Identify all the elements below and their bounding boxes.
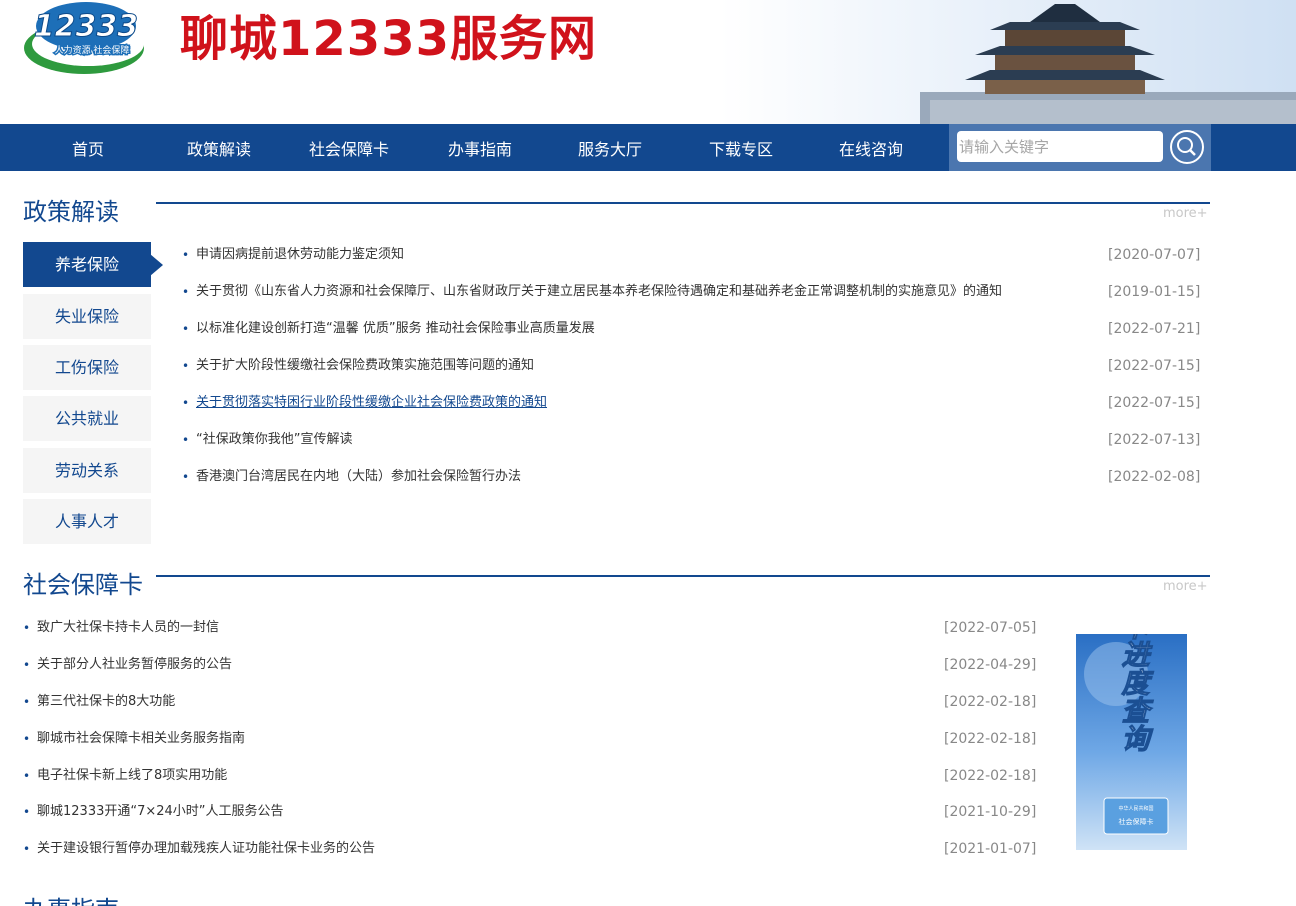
card-item-date: [2022-07-05] <box>944 620 1037 636</box>
policy-title-divider <box>156 202 1210 204</box>
policy-item-title[interactable]: 关于扩大阶段性缓缴社会保险费政策实施范围等问题的通知 <box>196 356 534 376</box>
bullet-icon: • <box>182 396 190 410</box>
logo-number: 12333 <box>34 9 138 44</box>
card-progress-query-banner[interactable]: 中华人民共和国 社会保障卡 制卡进度查询 <box>1076 634 1187 850</box>
search-input[interactable] <box>957 131 1163 162</box>
policy-item-date: [2020-07-07] <box>1108 247 1201 263</box>
bullet-icon: • <box>182 433 190 447</box>
nav-policy[interactable]: 政策解读 <box>159 124 279 171</box>
tab-personnel-talent[interactable]: 人事人才 <box>23 499 151 544</box>
card-item-title[interactable]: 关于建设银行暂停办理加载残疾人证功能社保卡业务的公告 <box>37 839 375 859</box>
card-item-title[interactable]: 第三代社保卡的8大功能 <box>37 692 175 712</box>
site-title: 聊城12333服务网 <box>180 11 597 67</box>
card-item-title[interactable]: 聊城12333开通“7×24小时”人工服务公告 <box>37 802 284 822</box>
bullet-icon: • <box>182 322 190 336</box>
nav-social-card[interactable]: 社会保障卡 <box>289 124 409 171</box>
card-item-title[interactable]: 关于部分人社业务暂停服务的公告 <box>37 655 232 675</box>
tab-labor-relations[interactable]: 劳动关系 <box>23 448 151 493</box>
card-more-link[interactable]: more+ <box>1163 579 1208 594</box>
card-item-date: [2022-02-18] <box>944 731 1037 747</box>
city-tower-banner <box>720 0 1296 124</box>
policy-more-link[interactable]: more+ <box>1163 206 1208 221</box>
card-item-title[interactable]: 聊城市社会保障卡相关业务服务指南 <box>37 729 245 749</box>
policy-item-date: [2022-07-13] <box>1108 432 1201 448</box>
tab-public-employment[interactable]: 公共就业 <box>23 396 151 441</box>
policy-item-title-hovered[interactable]: 关于贯彻落实特困行业阶段性缓缴企业社会保险费政策的通知 <box>196 393 547 413</box>
policy-item-title[interactable]: 关于贯彻《山东省人力资源和社会保障厅、山东省财政厅关于建立居民基本养老保险待遇确… <box>196 282 1002 302</box>
bullet-icon: • <box>182 248 190 262</box>
tab-pension-insurance[interactable]: 养老保险 <box>23 242 151 287</box>
search-icon <box>1177 137 1196 156</box>
guide-section-title: 办事指南 <box>23 896 119 906</box>
nav-online-consult[interactable]: 在线咨询 <box>811 124 931 171</box>
active-tab-arrow-icon <box>150 254 163 276</box>
site-header: 12333 人力资源 社会保障 聊城12333服务网 <box>0 0 1296 124</box>
bullet-icon: • <box>23 658 31 672</box>
nav-home[interactable]: 首页 <box>28 124 148 171</box>
card-item-date: [2022-02-18] <box>944 694 1037 710</box>
bullet-icon: • <box>23 732 31 746</box>
policy-item-date: [2022-07-21] <box>1108 321 1201 337</box>
bullet-icon: • <box>23 805 31 819</box>
bullet-icon: • <box>23 842 31 856</box>
tab-injury-insurance[interactable]: 工伤保险 <box>23 345 151 390</box>
card-item-date: [2022-04-29] <box>944 657 1037 673</box>
policy-item-date: [2022-07-15] <box>1108 395 1201 411</box>
card-item-title[interactable]: 电子社保卡新上线了8项实用功能 <box>37 766 227 786</box>
policy-item-title[interactable]: 以标准化建设创新打造“温馨 优质”服务 推动社会保险事业高质量发展 <box>196 319 595 339</box>
bullet-icon: • <box>182 470 190 484</box>
logo-slogan: 人力资源 社会保障 <box>55 44 130 56</box>
policy-item-title[interactable]: 申请因病提前退休劳动能力鉴定须知 <box>196 245 404 265</box>
banner-title: 制卡进度查询 <box>1117 634 1151 752</box>
card-item-date: [2021-10-29] <box>944 804 1037 820</box>
policy-item-title[interactable]: 香港澳门台湾居民在内地（大陆）参加社会保险暂行办法 <box>196 467 521 487</box>
card-item-date: [2022-02-18] <box>944 768 1037 784</box>
policy-item-date: [2022-07-15] <box>1108 358 1201 374</box>
bullet-icon: • <box>23 695 31 709</box>
nav-downloads[interactable]: 下载专区 <box>681 124 801 171</box>
bullet-icon: • <box>182 285 190 299</box>
nav-guide[interactable]: 办事指南 <box>420 124 540 171</box>
search-button[interactable] <box>1170 130 1204 164</box>
bullet-icon: • <box>23 621 31 635</box>
banner-card-country: 中华人民共和国 <box>1118 805 1153 812</box>
card-section-title: 社会保障卡 <box>23 571 143 599</box>
policy-item-date: [2022-02-08] <box>1108 469 1201 485</box>
12333-logo-icon[interactable]: 12333 人力资源 社会保障 <box>22 0 150 76</box>
card-item-title[interactable]: 致广大社保卡持卡人员的一封信 <box>37 618 219 638</box>
card-title-divider <box>156 575 1210 577</box>
nav-service-hall[interactable]: 服务大厅 <box>550 124 670 171</box>
bullet-icon: • <box>23 769 31 783</box>
policy-item-title[interactable]: “社保政策你我他”宣传解读 <box>196 430 352 450</box>
bullet-icon: • <box>182 359 190 373</box>
card-item-date: [2021-01-07] <box>944 841 1037 857</box>
tab-unemployment-insurance[interactable]: 失业保险 <box>23 294 151 339</box>
policy-section-title: 政策解读 <box>23 198 119 226</box>
policy-item-date: [2019-01-15] <box>1108 284 1201 300</box>
banner-card-name: 社会保障卡 <box>1119 817 1154 826</box>
